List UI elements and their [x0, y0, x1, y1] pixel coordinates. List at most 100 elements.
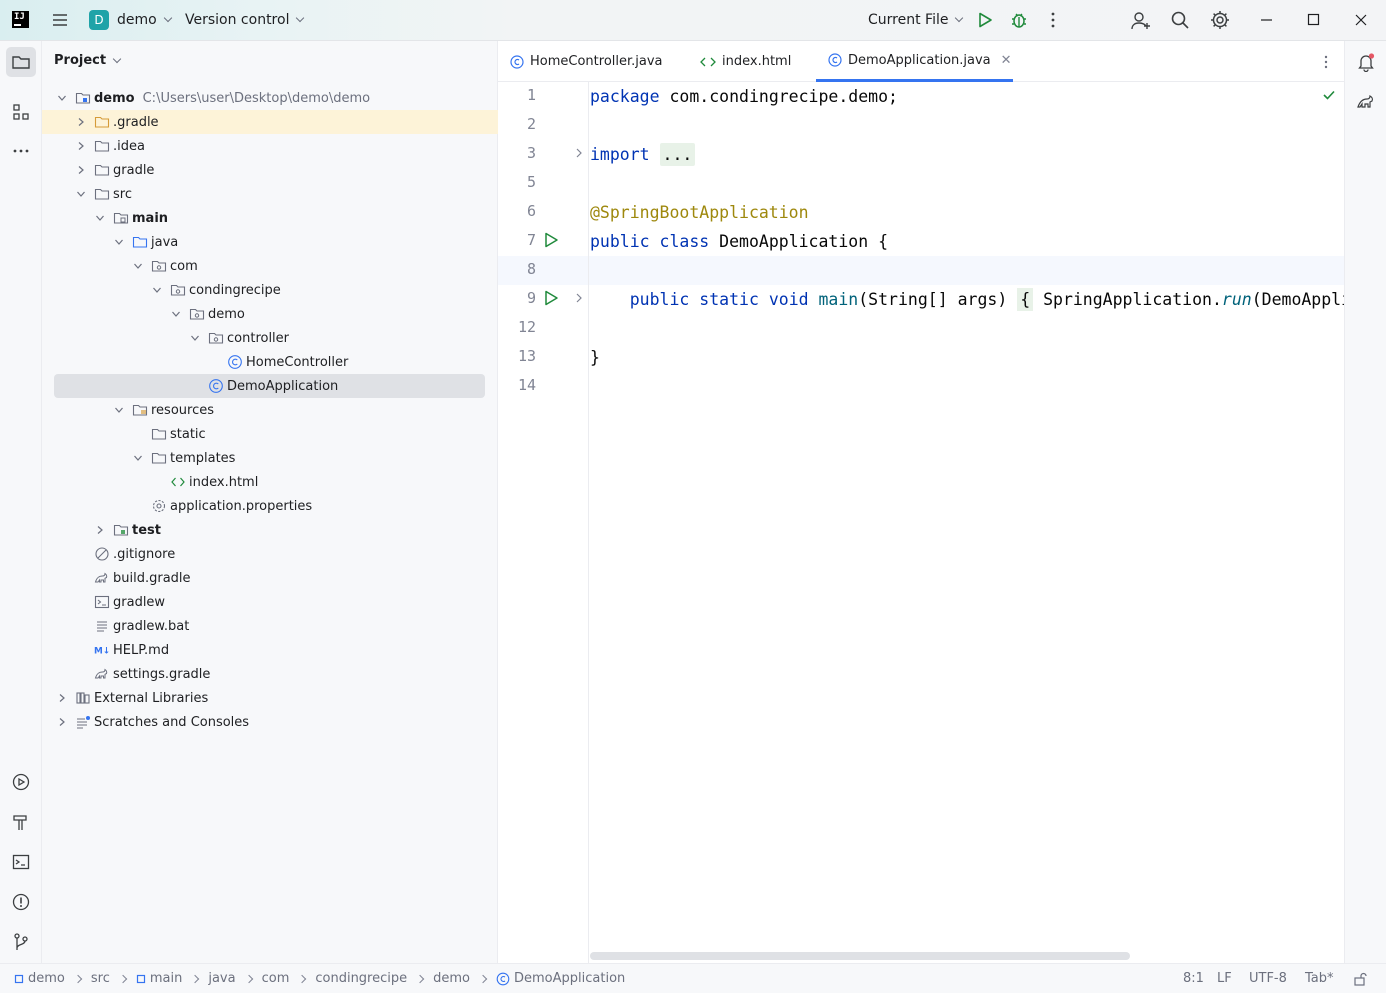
add-user-button[interactable]	[1130, 10, 1152, 32]
horizontal-scrollbar[interactable]	[590, 952, 1130, 960]
tree-node[interactable]: settings.gradle	[42, 662, 498, 686]
tree-node[interactable]: gradlew	[42, 590, 498, 614]
run-gutter-icon[interactable]	[542, 289, 560, 311]
code-line-9[interactable]: public static void main(String[] args) {…	[590, 288, 1351, 311]
tree-node[interactable]: resources	[42, 398, 498, 422]
tree-node[interactable]: main	[42, 206, 498, 230]
tree-node[interactable]: .gitignore	[42, 542, 498, 566]
tab-options-button[interactable]	[1318, 41, 1334, 82]
app-logo[interactable]: IJ	[12, 11, 29, 28]
tree-node[interactable]: condingrecipe	[42, 278, 498, 302]
read-only-toggle[interactable]	[1353, 972, 1367, 986]
vcs-widget[interactable]: Version control	[185, 12, 305, 28]
tree-node[interactable]: .idea	[42, 134, 498, 158]
tree-node[interactable]: demo C:\Users\user\Desktop\demo\demo	[42, 86, 498, 110]
tree-node[interactable]: index.html	[42, 470, 498, 494]
chevron-down-icon[interactable]	[113, 236, 125, 248]
tree-node[interactable]: controller	[42, 326, 498, 350]
tree-node[interactable]: templates	[42, 446, 498, 470]
main-menu-icon[interactable]	[50, 10, 70, 30]
chevron-down-icon[interactable]	[170, 308, 182, 320]
problems-tool-button[interactable]	[6, 887, 36, 917]
close-tab-icon[interactable]: ✕	[1001, 53, 1012, 68]
tree-node[interactable]: .gradle	[42, 110, 498, 134]
code-line-1[interactable]: package com.condingrecipe.demo;	[590, 87, 898, 107]
chevron-right-icon[interactable]	[56, 716, 68, 728]
breadcrumb-item[interactable]: com	[262, 971, 290, 986]
terminal-tool-button[interactable]	[6, 847, 36, 877]
caret-position[interactable]: 8:1	[1183, 971, 1204, 986]
run-gutter-icon[interactable]	[542, 231, 560, 253]
chevron-down-icon[interactable]	[189, 332, 201, 344]
tree-node[interactable]: test	[42, 518, 498, 542]
run-config-selector[interactable]: Current File	[868, 12, 964, 28]
tab-home-controller[interactable]: HomeController.java	[510, 41, 663, 82]
code-line-13[interactable]: }	[590, 348, 600, 368]
git-tool-button[interactable]	[6, 927, 36, 957]
tree-node[interactable]: application.properties	[42, 494, 498, 518]
settings-button[interactable]	[1209, 9, 1231, 31]
search-button[interactable]	[1170, 10, 1190, 30]
chevron-down-icon[interactable]	[94, 212, 106, 224]
file-encoding[interactable]: UTF-8	[1249, 971, 1287, 986]
close-window-button[interactable]	[1353, 12, 1369, 28]
breadcrumb-item[interactable]: condingrecipe	[315, 971, 407, 986]
folded-imports[interactable]: ...	[659, 143, 696, 166]
chevron-down-icon[interactable]	[56, 92, 68, 104]
breadcrumb-item[interactable]: demo	[433, 971, 470, 986]
chevron-right-icon[interactable]	[75, 116, 87, 128]
inspection-ok-icon[interactable]	[1322, 88, 1336, 106]
maximize-button[interactable]	[1306, 12, 1322, 28]
chevron-down-icon[interactable]	[113, 404, 125, 416]
indent-setting[interactable]: Tab*	[1305, 971, 1334, 986]
project-panel-header[interactable]: Project	[54, 53, 122, 68]
chevron-down-icon[interactable]	[132, 260, 144, 272]
chevron-right-icon[interactable]	[75, 140, 87, 152]
fold-expand-icon[interactable]	[573, 292, 585, 308]
more-tools-button[interactable]	[6, 136, 36, 166]
tree-node[interactable]: Scratches and Consoles	[42, 710, 498, 734]
fold-expand-icon[interactable]	[573, 147, 585, 163]
tree-node[interactable]: M↓ HELP.md	[42, 638, 498, 662]
tab-index-html[interactable]: index.html	[700, 41, 791, 82]
tree-node[interactable]: src	[42, 182, 498, 206]
more-actions-button[interactable]	[1043, 10, 1063, 30]
chevron-right-icon[interactable]	[56, 692, 68, 704]
chevron-right-icon[interactable]	[94, 524, 106, 536]
code-line-7[interactable]: public class DemoApplication {	[590, 232, 888, 252]
breadcrumb-item[interactable]: DemoApplication	[496, 971, 625, 986]
breadcrumb-item[interactable]: main	[136, 971, 182, 986]
build-tool-button[interactable]	[6, 807, 36, 837]
breadcrumb-item[interactable]: java	[208, 971, 235, 986]
tree-node[interactable]: com	[42, 254, 498, 278]
tree-node[interactable]: gradlew.bat	[42, 614, 498, 638]
tree-node[interactable]: demo	[42, 302, 498, 326]
code-line-6[interactable]: @SpringBootApplication	[590, 203, 809, 223]
gradle-tool-button[interactable]	[1351, 87, 1381, 117]
tab-demo-application[interactable]: DemoApplication.java ✕	[816, 41, 1013, 82]
services-tool-button[interactable]	[6, 767, 36, 797]
tree-node[interactable]: java	[42, 230, 498, 254]
breadcrumb-item[interactable]: demo	[14, 971, 65, 986]
current-line-highlight	[498, 256, 1344, 285]
project-switcher[interactable]: D demo	[89, 10, 172, 30]
run-button[interactable]	[975, 10, 995, 30]
minimize-button[interactable]	[1259, 12, 1275, 28]
code-line-3[interactable]: import ...	[590, 143, 696, 166]
tree-node[interactable]: static	[42, 422, 498, 446]
structure-tool-button[interactable]	[6, 97, 36, 127]
chevron-right-icon[interactable]	[75, 164, 87, 176]
debug-button[interactable]	[1009, 10, 1029, 30]
chevron-down-icon[interactable]	[75, 188, 87, 200]
chevron-down-icon[interactable]	[132, 452, 144, 464]
tree-node[interactable]: DemoApplication	[54, 374, 485, 398]
project-tool-button[interactable]	[6, 47, 36, 77]
tree-node[interactable]: build.gradle	[42, 566, 498, 590]
tree-node[interactable]: gradle	[42, 158, 498, 182]
breadcrumb-item[interactable]: src	[91, 971, 110, 986]
notifications-button[interactable]	[1351, 47, 1381, 77]
chevron-down-icon[interactable]	[151, 284, 163, 296]
line-separator[interactable]: LF	[1217, 971, 1232, 986]
tree-node[interactable]: External Libraries	[42, 686, 498, 710]
tree-node[interactable]: HomeController	[42, 350, 498, 374]
